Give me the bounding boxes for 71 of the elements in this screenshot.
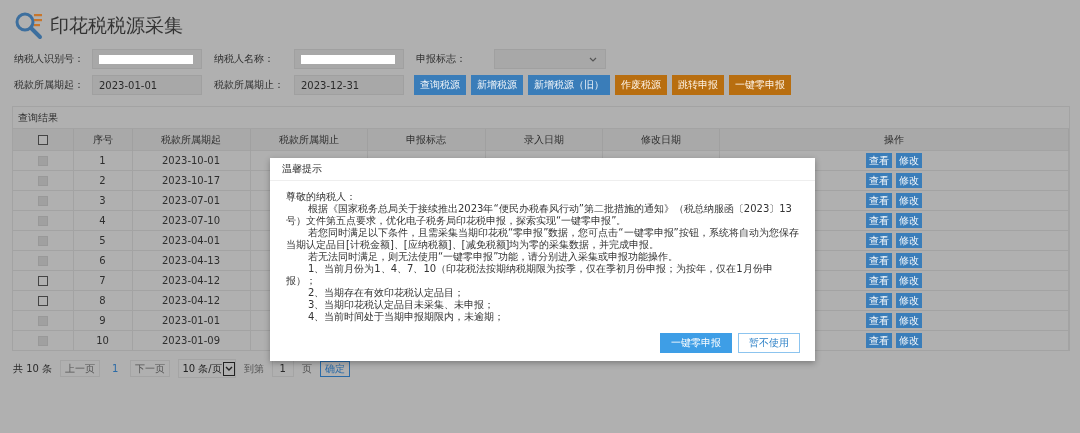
table-cell: 1 <box>99 155 106 166</box>
page-title: 印花税税源采集 <box>50 13 183 38</box>
column-header: 申报标志 <box>406 133 446 145</box>
toolbar-button[interactable]: 跳转申报 <box>672 75 724 95</box>
table-cell: 2023-10-17 <box>161 175 221 186</box>
table-cell: 2023-01-09 <box>161 335 221 346</box>
row-action-button[interactable]: 修改 <box>895 273 922 288</box>
column-header: 税款所属期止 <box>278 133 339 145</box>
dismiss-button[interactable]: 暂不使用 <box>738 333 800 353</box>
table-cell: 5 <box>99 235 106 246</box>
table-cell: 2023-04-12 <box>161 275 221 286</box>
panel-title: 查询结果 <box>18 110 58 125</box>
table-cell: 2 <box>99 175 106 186</box>
dialog-text: 若无法同时满足，则无法使用“一键零申报”功能，请分别进入采集或申报功能操作。 <box>307 251 680 263</box>
column-header: 操作 <box>883 133 904 145</box>
field-label: 申报标志： <box>415 52 467 66</box>
search-list-icon <box>14 11 44 41</box>
select-field[interactable] <box>494 49 606 69</box>
dialog-text: 2、当期存在有效印花税认定品目； <box>307 287 466 299</box>
table-cell: 9 <box>99 315 106 326</box>
input-field[interactable]: 2023-01-01 <box>92 75 202 95</box>
field-label: 纳税人名称： <box>213 52 275 66</box>
table-cell: 7 <box>99 275 106 286</box>
table-cell: 2023-04-01 <box>161 235 221 246</box>
input-field[interactable] <box>92 49 202 69</box>
checkbox[interactable] <box>37 135 48 145</box>
toolbar-button[interactable]: 新增税源 <box>471 75 523 95</box>
column-header: 修改日期 <box>640 133 681 145</box>
field-label: 纳税人识别号： <box>13 52 85 66</box>
table-cell: 2023-07-10 <box>161 215 221 226</box>
dialog-text: 根据《国家税务总局关于接续推出2023年“便民办税春风行动”第二批措施的通知》（税总纳服函〔2023〕13号）文件第五点要求，优化电子税务局印花税申报，探索实现“一键零申报”。 <box>286 203 793 227</box>
row-action-button[interactable]: 查看 <box>865 273 892 288</box>
dialog-text: 尊敬的纳税人： <box>286 191 357 203</box>
row-action-button[interactable]: 修改 <box>895 293 922 308</box>
table-cell: 4 <box>99 215 106 226</box>
goto-label: 到第 <box>243 361 264 376</box>
field-label: 税款所属期起： <box>13 78 85 92</box>
confirm-button[interactable]: 一键零申报 <box>660 333 732 353</box>
chevron-down-icon <box>224 366 233 371</box>
dialog-text: 3、当期印花税认定品目未采集、未申报； <box>307 299 496 311</box>
page-number[interactable]: 1 <box>108 363 123 374</box>
page-unit: 页 <box>301 361 312 376</box>
table-cell: 10 <box>96 335 109 346</box>
table-cell: 2023-04-13 <box>161 255 221 266</box>
input-field[interactable]: 2023-12-31 <box>294 75 404 95</box>
dialog-text: 1、当前月份为1、4、7、10（印花税法按期纳税期限为按季，仅在季初月份申报；为按年，仅在1月份申报）； <box>286 263 774 287</box>
chevron-down-icon <box>589 56 597 62</box>
toolbar-button[interactable]: 作废税源 <box>615 75 667 95</box>
dialog-title: 温馨提示 <box>282 162 322 176</box>
table-cell: 2023-01-01 <box>161 315 221 326</box>
table-cell: 2023-07-01 <box>161 195 221 206</box>
toolbar-button[interactable]: 一键零申报 <box>729 75 791 95</box>
field-label: 税款所属期止： <box>213 78 285 92</box>
column-header: 序号 <box>92 133 113 145</box>
column-header: 税款所属期起 <box>161 133 221 145</box>
table-cell: 2023-04-12 <box>161 295 221 306</box>
table-cell: 2023-10-01 <box>161 155 221 166</box>
checkbox[interactable] <box>37 276 48 286</box>
toolbar-button[interactable]: 新增税源（旧） <box>528 75 610 95</box>
input-field[interactable] <box>294 49 404 69</box>
checkbox[interactable] <box>37 296 48 306</box>
table-cell: 6 <box>99 255 106 266</box>
dialog-text: 4、当前时间处于当期申报期限内，未逾期； <box>307 311 506 323</box>
column-header: 录入日期 <box>523 133 564 145</box>
page-size-select[interactable]: 10 条/页 <box>178 359 236 378</box>
table-cell: 3 <box>99 195 106 206</box>
table-cell: 8 <box>99 295 106 306</box>
total-count: 共 10 条 <box>13 361 53 376</box>
dialog-text: 若您同时满足以下条件，且需采集当期印花税“零申报”数据，您可点击“一键零申报”按钮，系统将自动为您保存当期认定品目[计税金额]、[应纳税额]、[减免税额]均为零的采集数据，并完成申报。 <box>286 227 800 251</box>
toolbar-button[interactable]: 查询税源 <box>414 75 466 95</box>
row-action-button[interactable]: 查看 <box>865 293 892 308</box>
